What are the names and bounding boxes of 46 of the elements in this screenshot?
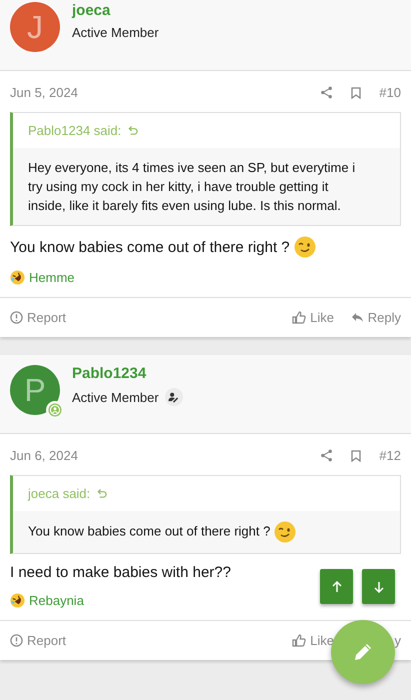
quote-author[interactable]: joeca said: — [28, 486, 90, 501]
quote-author[interactable]: Pablo1234 said: — [28, 123, 122, 138]
warning-icon — [10, 634, 23, 647]
like-button[interactable]: Like — [292, 310, 334, 325]
username[interactable]: joeca — [72, 2, 159, 19]
post-date[interactable]: Jun 5, 2024 — [10, 85, 302, 100]
scroll-up-button[interactable] — [320, 569, 353, 604]
reaction-user[interactable]: Hemme — [29, 270, 75, 285]
quote-text: Hey everyone, its 4 times ive seen an SP, but everytime i try using my cock in her kitty, i have trouble getting it inside, like it barely fits even using lube. Is this normal. — [28, 160, 356, 213]
like-button[interactable]: Like — [292, 633, 334, 648]
avatar-letter: P — [24, 372, 46, 408]
jump-icon[interactable] — [127, 125, 138, 136]
reply-button[interactable]: Reply — [350, 310, 401, 325]
post-date[interactable]: Jun 6, 2024 — [10, 448, 302, 463]
arrow-down-icon — [372, 580, 384, 592]
online-badge-icon — [48, 403, 62, 417]
bookmark-icon[interactable] — [351, 450, 362, 462]
quote-text: You know babies come out of there right ? — [28, 523, 270, 538]
warning-icon — [10, 311, 23, 324]
share-icon[interactable] — [320, 86, 334, 99]
scroll-down-button[interactable] — [362, 569, 395, 604]
arrow-up-icon — [330, 580, 342, 592]
wink-emoji-icon — [294, 236, 316, 258]
wink-emoji-icon — [274, 521, 296, 543]
message-text: You know babies come out of there right ? — [10, 238, 290, 256]
laughing-emoji-icon — [10, 270, 25, 285]
thumbs-up-icon — [292, 634, 306, 647]
reply-icon — [350, 312, 364, 323]
report-button[interactable]: Report — [10, 633, 66, 648]
username[interactable]: Pablo1234 — [72, 365, 183, 382]
share-icon[interactable] — [320, 449, 334, 462]
reaction-user[interactable]: Rebaynia — [29, 593, 84, 608]
thumbs-up-icon — [292, 311, 306, 324]
report-button[interactable]: Report — [10, 310, 66, 325]
pencil-icon — [353, 642, 373, 662]
user-title: Active Member — [72, 25, 159, 40]
post-number[interactable]: #10 — [379, 85, 401, 100]
jump-icon[interactable] — [96, 488, 108, 499]
avatar[interactable]: J — [10, 2, 60, 52]
post-number[interactable]: #12 — [379, 448, 401, 463]
avatar-letter: J — [27, 8, 43, 46]
laughing-emoji-icon — [10, 593, 25, 608]
bookmark-icon[interactable] — [351, 86, 362, 98]
user-title: Active Member — [72, 390, 159, 404]
reply-button[interactable]: y — [394, 633, 401, 648]
message-text: I need to make babies with her?? — [10, 564, 231, 581]
